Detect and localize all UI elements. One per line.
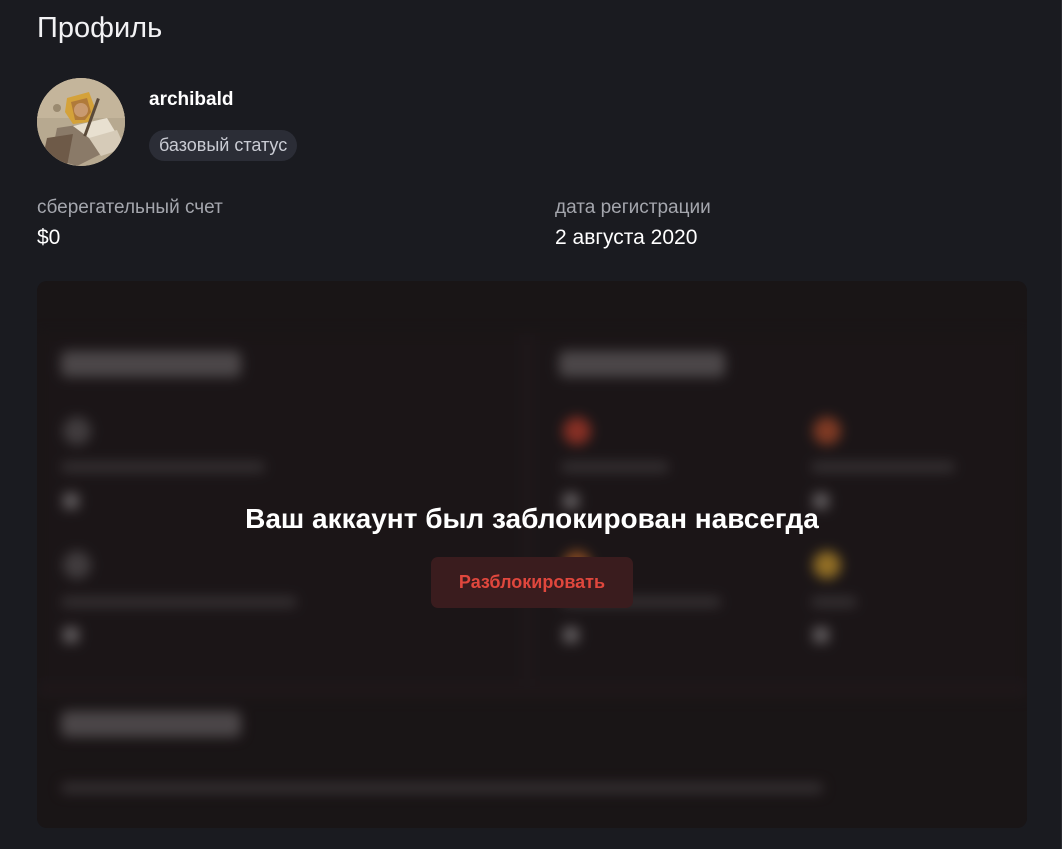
avatar [37,78,125,166]
blocked-content-panel: Ваш аккаунт был заблокирован навсегда Ра… [37,281,1027,828]
mosaic-portrait-avatar-icon [37,78,125,166]
registration-date-value: 2 августа 2020 [555,226,698,249]
savings-account-label: сберегательный счет [37,197,223,218]
page-title: Профиль [37,12,163,44]
blocked-overlay [37,281,1027,828]
account-blocked-message: Ваш аккаунт был заблокирован навсегда [245,503,819,534]
unblock-button[interactable]: Разблокировать [431,557,633,608]
profile-page: Профиль archibald базовый статус сберега… [0,0,1062,849]
username: archibald [149,89,234,110]
registration-date-label: дата регистрации [555,197,711,218]
savings-account-value: $0 [37,226,61,249]
status-badge: базовый статус [149,130,298,161]
